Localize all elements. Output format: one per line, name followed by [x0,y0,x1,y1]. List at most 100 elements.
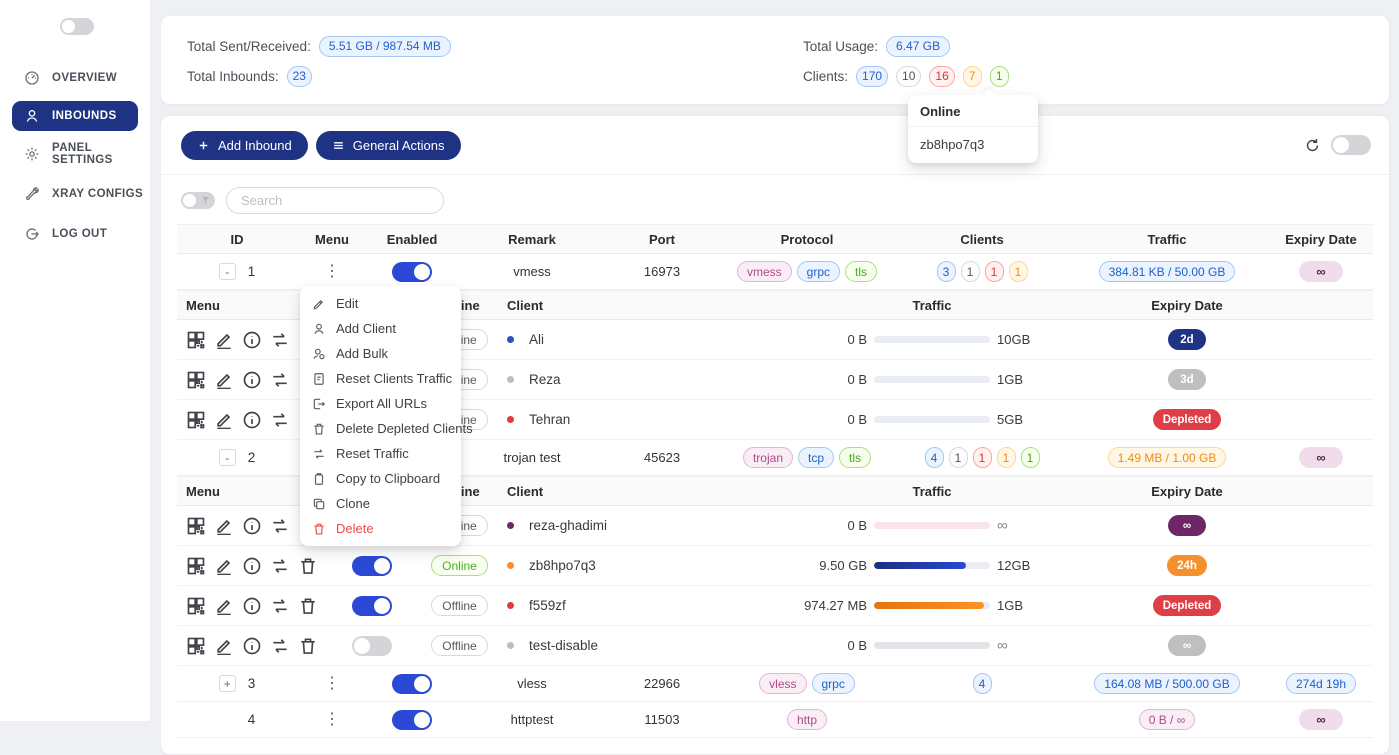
client-dot [507,376,514,383]
edit-icon[interactable] [214,636,234,656]
search-input[interactable] [226,187,444,214]
traffic-used: 0 B [772,638,867,653]
refresh-icon[interactable] [1304,137,1321,154]
enabled-toggle[interactable] [392,674,432,694]
clients-depleted-tag[interactable]: 16 [929,66,954,87]
qr-code-icon[interactable] [186,556,206,576]
reset-icon[interactable] [270,330,290,350]
theme-toggle[interactable] [60,18,94,35]
menu-item-delete[interactable]: Delete [300,516,461,541]
qr-code-icon[interactable] [186,330,206,350]
collapse-button[interactable]: - [219,449,236,466]
reset-icon[interactable] [270,596,290,616]
qr-code-icon[interactable] [186,636,206,656]
trash-icon[interactable] [298,596,318,616]
info-icon[interactable] [242,636,262,656]
sidebar-item-panel-settings[interactable]: PANEL SETTINGS [0,137,150,171]
reset-icon[interactable] [270,636,290,656]
sidebar-item-logout[interactable]: LOG OUT [0,217,150,251]
row-menu-button[interactable]: ⋮ [324,676,340,692]
edit-icon[interactable] [214,330,234,350]
row-menu-button[interactable]: ⋮ [324,264,340,280]
enabled-toggle[interactable] [392,710,432,730]
menu-item-add-bulk[interactable]: Add Bulk [300,341,461,366]
info-icon[interactable] [242,556,262,576]
edit-icon[interactable] [214,370,234,390]
menu-item-copy-to-clipboard[interactable]: Copy to Clipboard [300,466,461,491]
info-icon[interactable] [242,596,262,616]
clients-total-tag[interactable]: 170 [856,66,888,87]
menu-item-export-all-urls[interactable]: Export All URLs [300,391,461,416]
sidebar-item-xray-configs[interactable]: XRAY CONFIGS [0,177,150,211]
traffic-bar [874,336,990,343]
info-icon[interactable] [242,330,262,350]
qr-code-icon[interactable] [186,370,206,390]
filter-toggle[interactable] [181,192,215,209]
menu-item-reset-traffic[interactable]: Reset Traffic [300,441,461,466]
swap-icon [312,447,326,461]
client-expiry-badge: Depleted [1153,409,1222,430]
clients-label: Clients: [803,69,848,84]
client-expiry-badge: ∞ [1168,515,1206,536]
reset-icon[interactable] [270,516,290,536]
info-icon[interactable] [242,370,262,390]
clients-expiring-tag[interactable]: 7 [963,66,982,87]
menu-item-clone[interactable]: Clone [300,491,461,516]
header-id: ID [177,232,297,247]
qr-code-icon[interactable] [186,410,206,430]
reset-icon[interactable] [270,556,290,576]
client-enabled-toggle[interactable] [352,636,392,656]
enabled-toggle[interactable] [392,262,432,282]
info-icon[interactable] [242,410,262,430]
clients-count-tag: 4 [925,447,944,468]
traffic-tag: 384.81 KB / 50.00 GB [1099,261,1236,282]
inbound-remark: vmess [457,264,607,279]
gear-icon [24,146,40,162]
client-row: Online zb8hpo7q3 9.50 GB 12GB 24h [177,546,1373,586]
protocol-tag: grpc [812,673,855,694]
logout-icon [24,226,40,242]
edit-icon[interactable] [214,410,234,430]
person-icon [24,108,40,124]
dashboard-icon [24,70,40,86]
clients-deactive-tag[interactable]: 10 [896,66,921,87]
sidebar-item-inbounds[interactable]: INBOUNDS [12,101,138,131]
info-icon[interactable] [242,516,262,536]
sidebar-item-overview[interactable]: OVERVIEW [0,61,150,95]
qr-code-icon[interactable] [186,516,206,536]
online-status-badge: Online [431,555,488,576]
edit-icon[interactable] [214,556,234,576]
clients-online-tag[interactable]: 1 [990,66,1009,87]
expand-button[interactable]: + [219,675,236,692]
menu-item-reset-clients-traffic[interactable]: Reset Clients Traffic [300,366,461,391]
trash-icon[interactable] [298,636,318,656]
table-header-row: ID Menu Enabled Remark Port Protocol Cli… [177,224,1373,254]
menu-item-edit[interactable]: Edit [300,291,461,316]
traffic-used: 0 B [772,518,867,533]
general-actions-label: General Actions [353,138,445,153]
collapse-button[interactable]: - [219,263,236,280]
menu-item-delete-depleted-clients[interactable]: Delete Depleted Clients [300,416,461,441]
trash-icon[interactable] [298,556,318,576]
inbound-id: 3 [248,676,256,691]
online-client-name: zb8hpo7q3 [908,127,1038,163]
auto-refresh-toggle[interactable] [1331,135,1371,155]
menu-item-add-client[interactable]: Add Client [300,316,461,341]
general-actions-button[interactable]: General Actions [316,131,461,160]
client-expiry-badge: Depleted [1153,595,1222,616]
client-enabled-toggle[interactable] [352,596,392,616]
reset-icon[interactable] [270,370,290,390]
client-name: zb8hpo7q3 [529,558,596,573]
edit-icon[interactable] [214,596,234,616]
client-enabled-toggle[interactable] [352,556,392,576]
protocol-tag: tcp [798,447,834,468]
reset-icon[interactable] [270,410,290,430]
client-name: reza-ghadimi [529,518,607,533]
sidebar-nav: OVERVIEW INBOUNDS PANEL SETTINGS XRAY CO… [0,61,150,251]
traffic-tag: 0 B / ∞ [1139,709,1196,730]
row-menu-button[interactable]: ⋮ [324,712,340,728]
add-inbound-button[interactable]: Add Inbound [181,131,308,160]
protocol-tag: trojan [743,447,793,468]
qr-code-icon[interactable] [186,596,206,616]
edit-icon[interactable] [214,516,234,536]
